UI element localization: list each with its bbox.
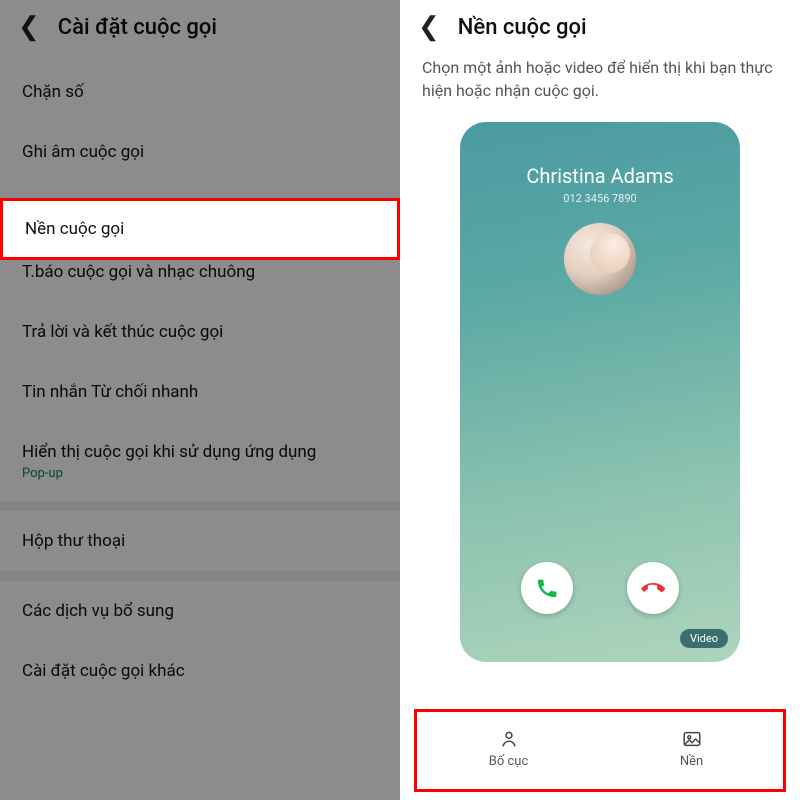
item-record-calls[interactable]: Ghi âm cuộc gọi (0, 122, 400, 182)
item-block-numbers[interactable]: Chặn số (0, 62, 400, 122)
item-other-call-settings[interactable]: Cài đặt cuộc gọi khác (0, 641, 400, 701)
item-answer-end[interactable]: Trả lời và kết thúc cuộc gọi (0, 302, 400, 362)
background-button[interactable]: Nền (600, 720, 783, 777)
item-voicemail[interactable]: Hộp thư thoại (0, 511, 400, 571)
caller-number: 012 3456 7890 (460, 192, 740, 205)
left-pane-call-settings: ❮ Cài đặt cuộc gọi Chặn số Ghi âm cuộc g… (0, 0, 400, 800)
back-icon[interactable]: ❮ (18, 14, 40, 40)
person-icon (498, 728, 520, 750)
right-title: Nền cuộc gọi (458, 15, 587, 40)
item-sub-popup: Pop-up (22, 466, 378, 481)
item-show-calls-in-apps[interactable]: Hiển thị cuộc gọi khi sử dụng ứng dụng P… (0, 422, 400, 501)
right-description: Chọn một ảnh hoặc video để hiển thị khi … (400, 52, 800, 116)
left-title: Cài đặt cuộc gọi (58, 15, 217, 40)
item-extra-services[interactable]: Các dịch vụ bổ sung (0, 581, 400, 641)
avatar (564, 223, 636, 295)
background-label: Nền (680, 754, 703, 769)
image-icon (681, 728, 703, 750)
video-badge: Video (680, 629, 728, 648)
layout-button[interactable]: Bố cục (417, 720, 600, 777)
bottom-bar-highlight: Bố cục Nền (414, 709, 786, 792)
item-quick-decline[interactable]: Tin nhắn Từ chối nhanh (0, 362, 400, 422)
left-header: ❮ Cài đặt cuộc gọi (0, 0, 400, 62)
right-pane-call-background: ❮ Nền cuộc gọi Chọn một ảnh hoặc video đ… (400, 0, 800, 800)
back-icon[interactable]: ❮ (418, 14, 440, 40)
decline-call-button[interactable] (627, 562, 679, 614)
item-call-background-highlight[interactable]: Nền cuộc gọi (0, 198, 400, 260)
layout-label: Bố cục (489, 754, 529, 769)
preview-wrap: Christina Adams 012 3456 7890 Video (400, 116, 800, 709)
right-header: ❮ Nền cuộc gọi (400, 0, 800, 52)
call-background-preview[interactable]: Christina Adams 012 3456 7890 Video (460, 122, 740, 662)
caller-name: Christina Adams (460, 164, 740, 188)
section-gap (0, 571, 400, 581)
section-gap (0, 501, 400, 511)
accept-call-button[interactable] (521, 562, 573, 614)
